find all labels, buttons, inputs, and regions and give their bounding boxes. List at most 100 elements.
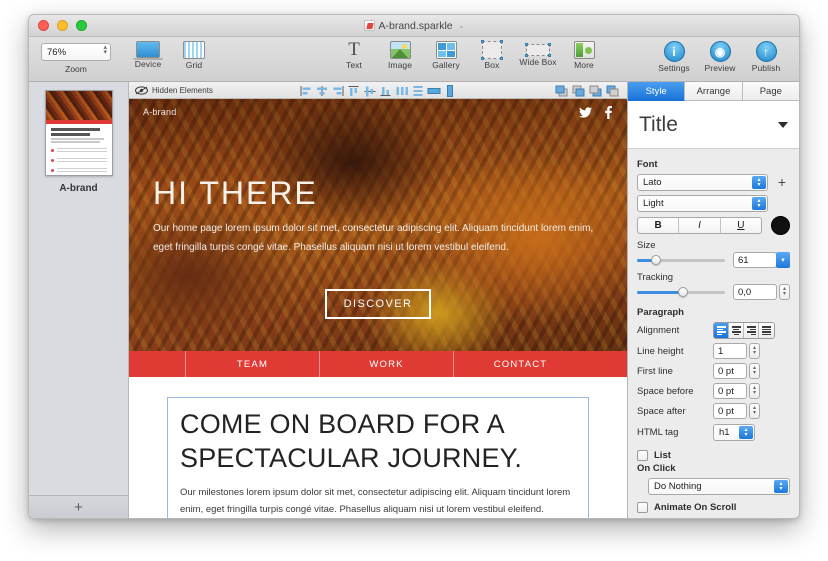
website-canvas[interactable]: A-brand HI THERE Our home page lorem ips…	[129, 99, 627, 519]
chevron-updown-icon[interactable]: ▴ ▾	[752, 197, 766, 210]
chevron-updown-icon[interactable]: ▴ ▾	[739, 426, 753, 439]
tab-style[interactable]: Style	[628, 82, 686, 101]
line-height-stepper-icon[interactable]: ▴ ▾	[749, 343, 760, 359]
italic-button[interactable]: I	[679, 218, 721, 233]
zoom-control[interactable]: 76% ▴ ▾ Zoom	[41, 43, 111, 74]
align-left-icon[interactable]	[300, 84, 313, 96]
main-toolbar: 76% ▴ ▾ Zoom Device Grid T Text Image Ga…	[29, 37, 799, 82]
distribute-horizontal-icon[interactable]	[396, 84, 409, 96]
box-button[interactable]: Box	[469, 40, 515, 70]
send-to-back-icon[interactable]	[606, 84, 619, 97]
chevron-down-icon[interactable]	[778, 121, 788, 128]
html-tag-row: HTML tag h1 ▴ ▾	[637, 424, 790, 441]
zoom-value-field[interactable]: 76% ▴ ▾	[41, 43, 111, 61]
preview-button[interactable]: ◉ Preview	[697, 41, 743, 73]
zoom-button[interactable]	[76, 20, 87, 31]
html-tag-select[interactable]: h1 ▴ ▾	[713, 424, 755, 441]
inspector-header[interactable]: Title	[628, 101, 799, 149]
grid-button[interactable]: Grid	[171, 41, 217, 70]
page-item[interactable]: A-brand	[29, 90, 128, 194]
nav-item-team[interactable]: TEAM	[185, 351, 319, 377]
font-weight-select[interactable]: Light ▴ ▾	[637, 195, 768, 212]
social-links	[579, 105, 613, 119]
chevron-updown-icon[interactable]: ▴ ▾	[774, 480, 788, 493]
twitter-icon[interactable]	[579, 106, 592, 118]
tab-page[interactable]: Page	[742, 82, 799, 101]
align-bottom-icon[interactable]	[380, 84, 393, 96]
chevron-down-icon[interactable]: ⌄	[459, 22, 465, 30]
on-click-select[interactable]: Do Nothing ▴ ▾	[648, 478, 790, 495]
space-before-field[interactable]: 0 pt	[713, 383, 747, 399]
tracking-slider[interactable]	[637, 286, 725, 298]
line-height-field[interactable]: 1	[713, 343, 747, 359]
tracking-value-field[interactable]: 0,0	[733, 284, 777, 300]
space-after-stepper-icon[interactable]: ▴ ▾	[749, 403, 760, 419]
more-button[interactable]: More	[561, 41, 607, 70]
slider-knob[interactable]	[678, 287, 689, 297]
align-left-button[interactable]	[714, 323, 729, 338]
align-top-icon[interactable]	[348, 84, 361, 96]
bring-forward-icon[interactable]	[572, 84, 585, 97]
align-center-button[interactable]	[729, 323, 744, 338]
section-heading[interactable]: COME ON BOARD FOR A SPECTACULAR JOURNEY.	[180, 408, 576, 476]
chevron-updown-icon[interactable]: ▴ ▾	[752, 176, 766, 189]
space-before-stepper-icon[interactable]: ▴ ▾	[749, 383, 760, 399]
image-button[interactable]: Image	[377, 41, 423, 70]
hero-section[interactable]: A-brand HI THERE Our home page lorem ips…	[129, 99, 627, 351]
size-value-field[interactable]: 61	[733, 252, 777, 268]
publish-button[interactable]: ↑ Publish	[743, 41, 789, 73]
list-checkbox-row[interactable]: List	[637, 450, 790, 461]
first-line-field[interactable]: 0 pt	[713, 363, 747, 379]
match-height-icon[interactable]	[444, 84, 457, 97]
site-brand[interactable]: A-brand	[143, 107, 176, 117]
row-lines	[56, 167, 107, 174]
thumbnail-text-line	[50, 138, 105, 140]
text-button[interactable]: T Text	[331, 40, 377, 70]
bold-button[interactable]: B	[638, 218, 680, 233]
size-slider[interactable]	[637, 254, 725, 266]
zoom-value: 76%	[47, 46, 67, 58]
space-after-field[interactable]: 0 pt	[713, 403, 747, 419]
bring-to-front-icon[interactable]	[555, 84, 568, 97]
slider-knob[interactable]	[651, 255, 662, 265]
nav-item-work[interactable]: WORK	[319, 351, 453, 377]
distribute-vertical-icon[interactable]	[412, 84, 425, 96]
underline-button[interactable]: U	[721, 218, 761, 233]
discover-button[interactable]: DISCOVER	[324, 289, 432, 319]
minimize-button[interactable]	[57, 20, 68, 31]
page-thumbnail[interactable]	[44, 90, 113, 176]
tab-arrange[interactable]: Arrange	[685, 82, 743, 101]
size-stepper-icon[interactable]: ▾	[776, 252, 790, 268]
wide-box-button[interactable]: Wide Box	[515, 41, 561, 67]
tracking-stepper-icon[interactable]: ▴ ▾	[779, 284, 790, 300]
hidden-elements-toggle[interactable]: Hidden Elements	[135, 86, 213, 95]
close-button[interactable]	[38, 20, 49, 31]
align-right-icon[interactable]	[332, 84, 345, 96]
first-line-stepper-icon[interactable]: ▴ ▾	[749, 363, 760, 379]
tracking-row: 0,0 ▴ ▾	[637, 284, 790, 300]
facebook-icon[interactable]	[604, 105, 613, 119]
selected-text-block[interactable]: COME ON BOARD FOR A SPECTACULAR JOURNEY.…	[167, 397, 589, 519]
gallery-button[interactable]: Gallery	[423, 41, 469, 70]
add-page-button[interactable]: +	[29, 495, 128, 518]
hero-heading[interactable]: HI THERE	[153, 177, 603, 209]
nav-item-contact[interactable]: CONTACT	[453, 351, 587, 377]
canvas-scrollbar[interactable]	[623, 99, 627, 518]
match-width-icon[interactable]	[427, 84, 441, 96]
align-right-button[interactable]	[744, 323, 759, 338]
animate-on-scroll-row[interactable]: Animate On Scroll	[637, 502, 790, 513]
settings-button[interactable]: i Settings	[651, 41, 697, 73]
align-middle-icon[interactable]	[364, 84, 377, 97]
hero-paragraph[interactable]: Our home page lorem ipsum dolor sit met,…	[153, 219, 603, 257]
align-justify-button[interactable]	[759, 323, 774, 338]
animate-on-scroll-checkbox[interactable]	[637, 502, 648, 513]
section-paragraph[interactable]: Our milestones lorem ipsum dolor sit met…	[180, 484, 576, 519]
list-checkbox[interactable]	[637, 450, 648, 461]
font-family-select[interactable]: Lato ▴ ▾	[637, 174, 768, 191]
align-center-horizontal-icon[interactable]	[316, 84, 329, 96]
stepper-icon[interactable]: ▴ ▾	[103, 44, 107, 56]
send-backward-icon[interactable]	[589, 84, 602, 97]
text-color-swatch[interactable]	[771, 216, 790, 235]
add-font-button[interactable]: +	[774, 175, 790, 191]
device-button[interactable]: Device	[125, 41, 171, 69]
